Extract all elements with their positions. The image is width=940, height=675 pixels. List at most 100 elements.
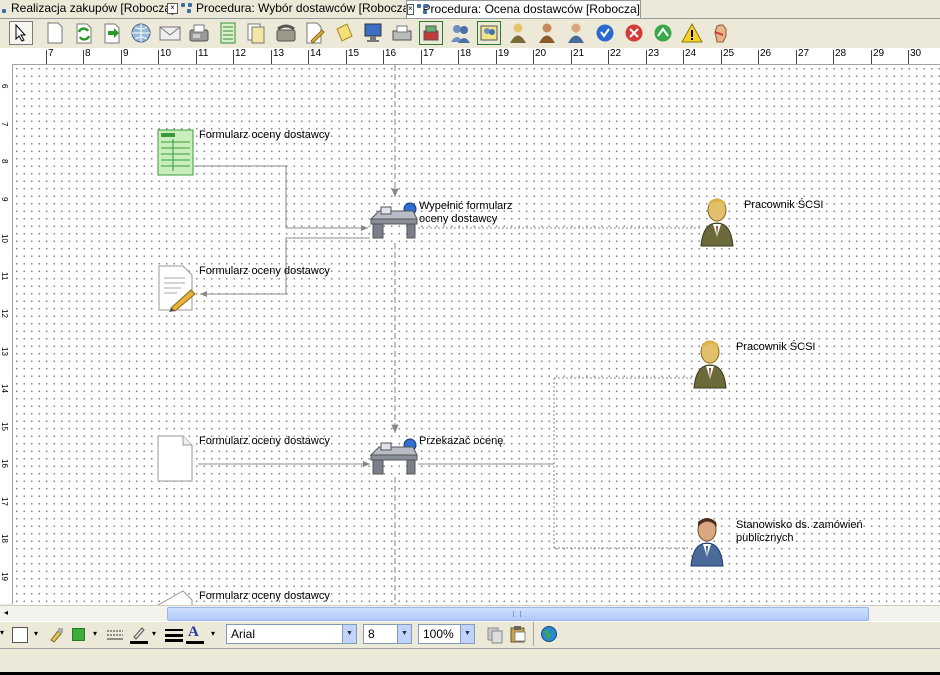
font-color-swatch <box>186 641 204 644</box>
ruler-label: 18 <box>0 534 9 543</box>
ruler-label: 11 <box>0 272 9 281</box>
computer-icon[interactable] <box>361 21 385 45</box>
person-gold-icon[interactable] <box>506 21 530 45</box>
dropdown-arrow-icon[interactable]: ▾ <box>211 629 215 638</box>
ruler-label: 14 <box>0 384 9 393</box>
envelope-icon[interactable] <box>158 21 182 45</box>
group-icon[interactable] <box>448 21 472 45</box>
tab-wybor-dostawcow[interactable]: × Procedura: Wybór dostawców [Robocza] <box>167 0 413 17</box>
ruler-label: 24 <box>685 48 697 59</box>
documents-icon[interactable] <box>245 21 269 45</box>
fill-color-icon[interactable] <box>72 628 85 641</box>
diagram-canvas[interactable]: Formularz oceny dostawcy Formularz oceny… <box>13 65 940 605</box>
close-icon[interactable]: × <box>167 3 178 14</box>
ruler-label: 30 <box>910 48 922 59</box>
close-icon[interactable]: × <box>407 4 414 15</box>
forward-document-icon[interactable] <box>100 21 124 45</box>
zoom-select[interactable]: 100% ▼ <box>418 624 475 644</box>
font-family-select[interactable]: Arial ▼ <box>226 624 357 644</box>
tab-label: Realizacja zakupów [Robocza] <box>11 1 175 15</box>
blank-document-icon[interactable] <box>157 590 195 605</box>
process-icon <box>0 3 8 14</box>
dropdown-arrow-icon[interactable]: ▾ <box>0 628 4 637</box>
fax-icon[interactable] <box>187 21 211 45</box>
ruler-label: 17 <box>423 48 435 59</box>
font-size-value: 8 <box>368 627 375 641</box>
dropdown-arrow-icon[interactable]: ▾ <box>34 629 38 638</box>
tab-realizacja-zakupow[interactable]: Realizacja zakupów [Robocza] <box>0 0 174 17</box>
line-style-icon[interactable] <box>106 627 124 646</box>
refresh-document-icon[interactable] <box>72 21 96 45</box>
horizontal-ruler: 7 8 9 10 11 12 13 14 15 16 17 18 19 20 2… <box>0 48 940 65</box>
process-icon <box>416 4 428 15</box>
blank-document-icon[interactable] <box>43 21 67 45</box>
ruler-label: 13 <box>273 48 285 59</box>
ruler-label: 25 <box>723 48 735 59</box>
ruler-label: 20 <box>535 48 547 59</box>
chevron-down-icon[interactable]: ▼ <box>460 625 474 643</box>
chevron-down-icon[interactable]: ▼ <box>397 625 411 643</box>
globe-icon[interactable] <box>129 21 153 45</box>
ruler-label: 12 <box>235 48 247 59</box>
pointer-icon[interactable] <box>9 21 33 45</box>
ruler-label: 7 <box>0 122 9 127</box>
person-label: Pracownik ŚCSI <box>736 341 816 353</box>
globe-icon[interactable] <box>540 625 558 646</box>
person-blue-icon[interactable] <box>689 517 727 570</box>
task-label: Wypełnić formularz <box>419 200 513 212</box>
ruler-label: 19 <box>0 572 9 581</box>
ruler-label: 8 <box>85 48 91 59</box>
ruler-label: 9 <box>123 48 129 59</box>
ruler-label: 18 <box>460 48 472 59</box>
line-color-icon[interactable] <box>130 625 148 648</box>
cash-register-icon[interactable] <box>419 21 443 45</box>
font-size-select[interactable]: 8 ▼ <box>363 624 412 644</box>
person-gold-icon[interactable] <box>692 339 730 392</box>
task-desk-icon[interactable] <box>369 201 421 244</box>
tab-ocena-dostawcow[interactable]: × Procedura: Ocena dostawców [Robocza] <box>406 0 641 18</box>
check-circle-icon[interactable] <box>593 21 617 45</box>
line-width-icon[interactable] <box>165 628 183 645</box>
vertical-ruler: 6 7 8 9 10 11 12 13 14 15 16 17 18 19 <box>0 64 13 604</box>
paste-icon[interactable] <box>509 625 527 646</box>
horizontal-scrollbar[interactable]: ◂ <box>0 605 940 621</box>
group-frame-icon[interactable] <box>477 21 501 45</box>
scroll-left-icon[interactable]: ◂ <box>0 607 12 619</box>
form-icon[interactable] <box>157 129 195 180</box>
ruler-label: 10 <box>160 48 172 59</box>
form-icon[interactable] <box>216 21 240 45</box>
font-color-icon[interactable]: A <box>188 624 199 641</box>
task-desk-icon[interactable] <box>369 437 421 480</box>
ruler-label: 6 <box>0 84 9 89</box>
tab-label: Procedura: Wybór dostawców [Robocza] <box>196 1 413 15</box>
person-gold-icon[interactable] <box>699 197 737 250</box>
shape-fill-icon[interactable] <box>12 627 28 643</box>
ruler-label: 15 <box>348 48 360 59</box>
process-icon <box>181 3 193 14</box>
edit-document-icon[interactable] <box>303 21 327 45</box>
copy-icon[interactable] <box>486 626 504 647</box>
hand-icon[interactable] <box>709 21 733 45</box>
chevron-down-icon[interactable]: ▼ <box>342 625 356 643</box>
edit-document-icon[interactable] <box>157 264 197 315</box>
printer-icon[interactable] <box>390 21 414 45</box>
note-icon[interactable] <box>332 21 356 45</box>
dropdown-arrow-icon[interactable]: ▾ <box>93 629 97 638</box>
ruler-label: 13 <box>0 347 9 356</box>
ruler-label: 16 <box>0 459 9 468</box>
task-label: Przekazać ocenę <box>419 435 504 447</box>
scrollbar-thumb[interactable] <box>167 607 869 621</box>
doc-label: Formularz oceny dostawcy <box>199 590 330 602</box>
cancel-circle-icon[interactable] <box>622 21 646 45</box>
document-tab-bar: Realizacja zakupów [Robocza] × Procedura… <box>0 0 940 19</box>
phone-icon[interactable] <box>274 21 298 45</box>
person-brown-icon[interactable] <box>535 21 559 45</box>
task-label: oceny dostawcy <box>419 213 498 225</box>
dropdown-arrow-icon[interactable]: ▾ <box>152 629 156 638</box>
warning-icon[interactable] <box>680 21 704 45</box>
up-circle-icon[interactable] <box>651 21 675 45</box>
person-blue-icon[interactable] <box>564 21 588 45</box>
blank-document-icon[interactable] <box>157 435 195 486</box>
format-painter-icon[interactable] <box>48 627 64 646</box>
ruler-label: 10 <box>0 234 9 243</box>
